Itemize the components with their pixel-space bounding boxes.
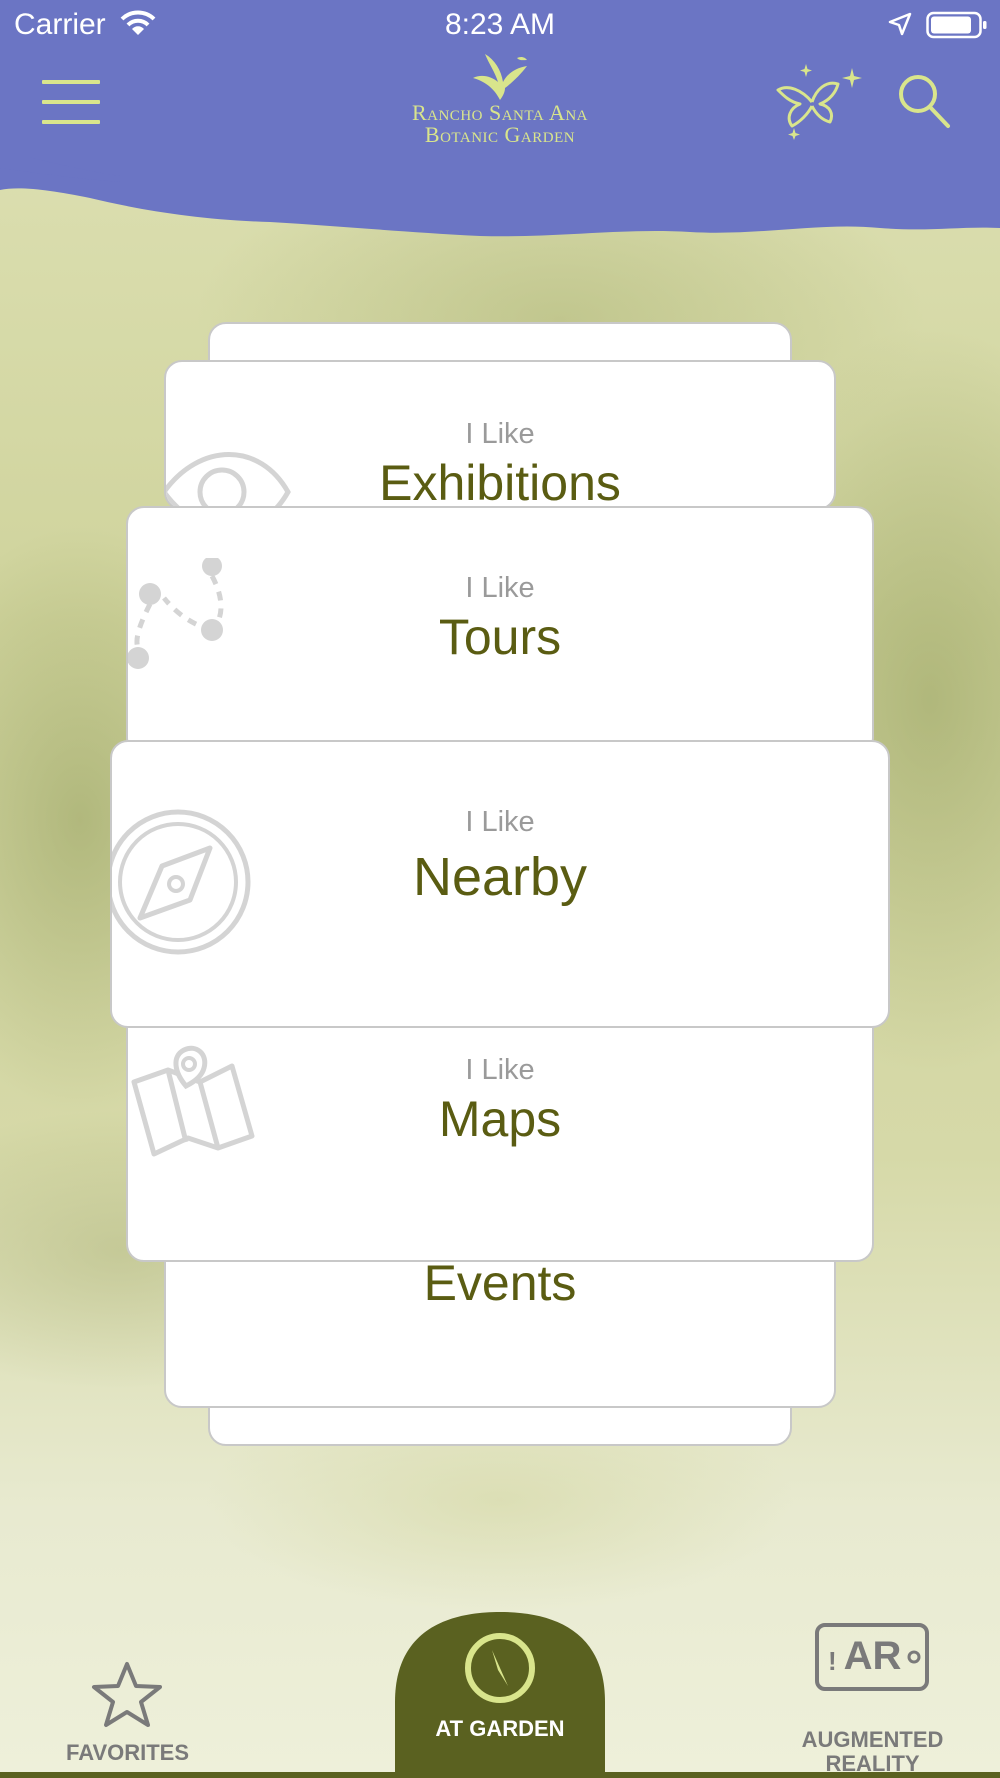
card-maps[interactable]: I Like Maps: [126, 1000, 874, 1262]
tab-ar-label-line1: AUGMENTED: [801, 1727, 944, 1752]
garden-logo[interactable]: Rancho Santa Ana Botanic Garden: [380, 52, 620, 152]
card-exhibitions[interactable]: I Like Exhibitions: [164, 360, 836, 510]
bottom-tab-bar: FAVORITES AT GARDEN ! AR AUGMENTED REALI…: [0, 1600, 1000, 1778]
butterfly-sparkle-icon: [776, 64, 862, 140]
header: Carrier 8:23 AM Rancho Santa Ana Botanic…: [0, 0, 1000, 240]
menu-button[interactable]: [42, 80, 100, 124]
menu-icon-bar: [42, 80, 100, 84]
status-bar: Carrier 8:23 AM: [0, 0, 1000, 52]
tab-ar-label: AUGMENTED REALITY: [790, 1728, 955, 1776]
logo-line2: Botanic Garden: [424, 122, 576, 147]
tab-favorites-label: FAVORITES: [65, 1740, 190, 1765]
leaf-bird-logo-icon: [473, 54, 527, 100]
card-prefix: I Like: [465, 806, 535, 838]
card-title: Events: [423, 1255, 577, 1311]
tab-at-garden[interactable]: AT GARDEN: [395, 1612, 605, 1778]
compass-icon: [465, 1633, 535, 1703]
menu-icon-bar: [42, 100, 100, 104]
card-prefix: I Like: [465, 418, 535, 450]
card-title: Exhibitions: [379, 455, 621, 510]
tab-augmented-reality[interactable]: ! AR AUGMENTED REALITY: [790, 1622, 955, 1776]
ar-badge-text: AR: [843, 1634, 902, 1678]
card-prefix: I Like: [465, 572, 535, 604]
card-title: Tours: [438, 609, 562, 665]
card-prefix: I Like: [465, 1054, 535, 1086]
battery-icon: [926, 11, 987, 39]
card-nearby[interactable]: I Like Nearby: [110, 740, 890, 1028]
tab-at-garden-label: AT GARDEN: [435, 1716, 565, 1741]
card-title: Nearby: [412, 847, 588, 907]
card-title: Maps: [438, 1091, 562, 1147]
search-button[interactable]: [896, 72, 952, 132]
butterfly-sparkle-button[interactable]: [772, 60, 862, 140]
tab-favorites[interactable]: FAVORITES: [60, 1630, 195, 1765]
logo-line1: Rancho Santa Ana: [411, 100, 589, 125]
search-icon: [899, 75, 950, 128]
star-icon: [92, 1662, 162, 1727]
card-tours[interactable]: I Like Tours: [126, 506, 874, 756]
location-arrow-icon: [888, 12, 912, 36]
bottom-accent-line: [0, 1772, 1000, 1778]
status-time: 8:23 AM: [444, 8, 556, 41]
logo-text: Rancho Santa Ana Botanic Garden: [380, 102, 620, 146]
menu-icon-bar: [42, 120, 100, 124]
